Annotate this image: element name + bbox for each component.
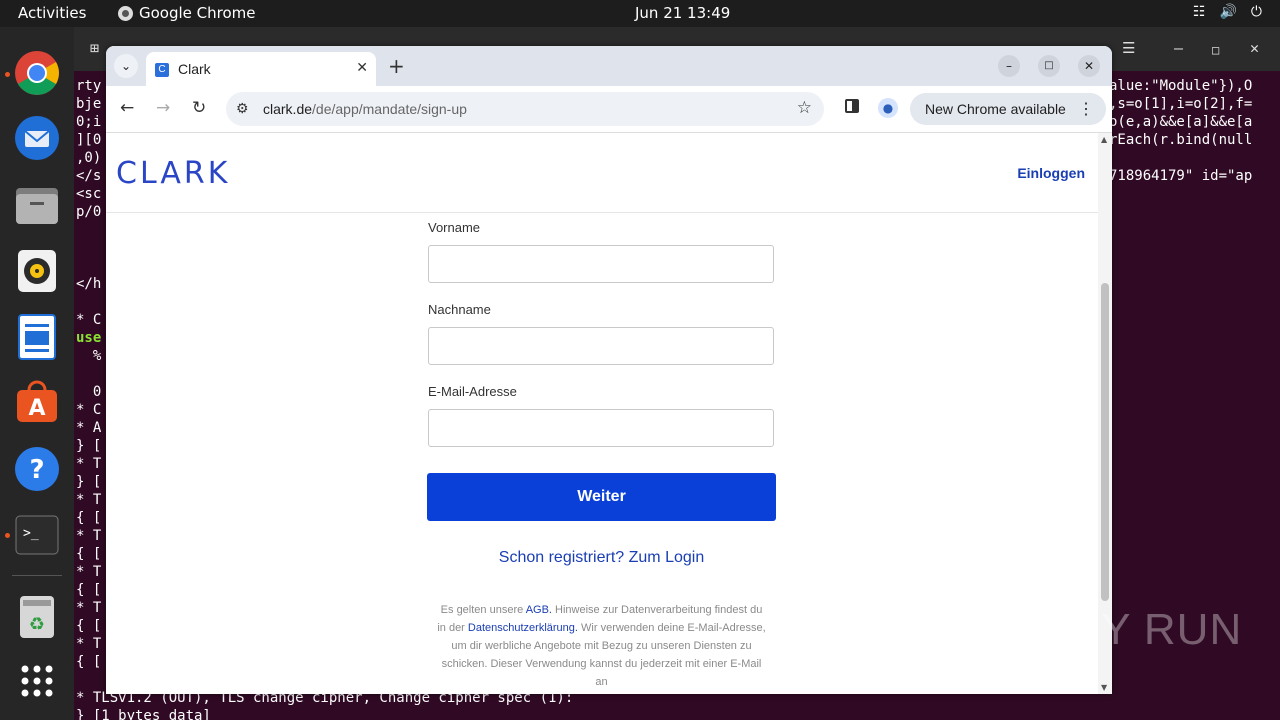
scroll-up-icon[interactable]: ▲ (1101, 135, 1107, 144)
clock[interactable]: Jun 21 13:49 (635, 4, 730, 22)
tab-title: Clark (178, 61, 211, 77)
login-link[interactable]: Einloggen (1017, 165, 1085, 181)
profile-icon[interactable]: ● (878, 98, 898, 118)
new-tab-icon[interactable]: ⊞ (90, 39, 99, 57)
chrome-small-icon (118, 5, 133, 21)
first-name-input[interactable] (428, 245, 774, 283)
last-name-label: Nachname (428, 302, 491, 317)
login-alt-link[interactable]: Schon registriert? Zum Login (427, 549, 776, 567)
chrome-dock-icon[interactable] (13, 49, 61, 97)
app-center-dock-icon[interactable]: A (13, 378, 61, 426)
svg-text:A: A (28, 396, 45, 421)
legal-text-1: Es gelten unsere (440, 604, 526, 616)
terminal-output-right: alue:"Module"}),O ,s=o[1],i=o[2],f= o(e,… (1109, 78, 1253, 184)
system-tray[interactable]: ☷ 🔊 ⏻ (1193, 4, 1262, 20)
side-panel-icon[interactable] (845, 99, 859, 113)
activities-button[interactable]: Activities (18, 4, 86, 22)
svg-text:♻: ♻ (29, 614, 45, 635)
dock: A ? >_ ♻ (0, 27, 74, 720)
reload-icon[interactable]: ↻ (192, 98, 206, 118)
page-content: CLARK Einloggen Vorname Nachname E-Mail-… (106, 133, 1098, 694)
network-icon: ☷ (1192, 4, 1206, 20)
minimize-icon[interactable]: – (1174, 39, 1183, 57)
tab-close-icon[interactable]: ✕ (356, 60, 368, 76)
terminal-dock-icon[interactable]: >_ (13, 511, 61, 559)
volume-icon: 🔊 (1219, 4, 1237, 20)
new-tab-button[interactable]: + (388, 54, 405, 78)
writer-dock-icon[interactable] (13, 313, 61, 361)
system-top-bar: Activities Google Chrome Jun 21 13:49 ☷ … (0, 0, 1280, 27)
email-label: E-Mail-Adresse (428, 384, 517, 399)
active-app-indicator[interactable]: Google Chrome (118, 4, 256, 22)
menu-icon[interactable]: ☰ (1122, 39, 1135, 57)
chrome-window: ⌄ C Clark ✕ + – □ ✕ ← → ↻ ⚙ clark.de/de/… (106, 46, 1112, 694)
update-chrome-button[interactable]: New Chrome available ⋮ (910, 93, 1106, 125)
tab-search-icon[interactable]: ⌄ (114, 54, 138, 78)
agb-link[interactable]: AGB. (526, 604, 552, 616)
maximize-icon[interactable]: □ (1212, 41, 1219, 59)
last-name-input[interactable] (428, 327, 774, 365)
browser-toolbar: ← → ↻ ⚙ clark.de/de/app/mandate/sign-up … (106, 86, 1112, 133)
clark-logo[interactable]: CLARK (116, 156, 230, 191)
tab-strip: ⌄ C Clark ✕ + – □ ✕ (106, 46, 1112, 86)
bookmark-star-icon[interactable]: ☆ (797, 98, 812, 118)
forward-icon[interactable]: → (156, 98, 170, 118)
window-close-icon[interactable]: ✕ (1078, 55, 1100, 77)
scroll-thumb[interactable] (1101, 283, 1109, 601)
site-info-icon[interactable]: ⚙ (236, 100, 249, 117)
scroll-down-icon[interactable]: ▼ (1101, 683, 1107, 692)
thunderbird-dock-icon[interactable] (13, 114, 61, 162)
dock-separator (12, 575, 62, 576)
clark-favicon-icon: C (155, 63, 169, 77)
svg-text:>_: >_ (23, 526, 39, 541)
window-minimize-icon[interactable]: – (998, 55, 1020, 77)
files-dock-icon[interactable] (13, 181, 61, 229)
email-input[interactable] (428, 409, 774, 447)
legal-notice: Es gelten unsere AGB. Hinweise zur Daten… (436, 601, 767, 691)
back-icon[interactable]: ← (120, 98, 134, 118)
first-name-label: Vorname (428, 220, 481, 235)
trash-dock-icon[interactable]: ♻ (13, 593, 61, 641)
site-header: CLARK Einloggen (106, 133, 1098, 213)
url-text: clark.de/de/app/mandate/sign-up (263, 101, 467, 117)
terminal-output-left: rty bje 0;i ][0 ,0) </s <sc p/0 </h * C … (76, 78, 102, 670)
anyrun-watermark: ANY RUN (1038, 605, 1243, 654)
continue-button[interactable]: Weiter (427, 473, 776, 521)
tab-clark[interactable]: C Clark ✕ (146, 52, 376, 86)
running-indicator (5, 533, 10, 538)
more-menu-icon[interactable]: ⋮ (1078, 99, 1094, 119)
url-host: clark.de (263, 101, 313, 117)
running-indicator (5, 72, 10, 77)
privacy-link[interactable]: Datenschutzerklärung. (468, 622, 578, 634)
rhythmbox-dock-icon[interactable] (13, 247, 61, 295)
address-bar[interactable]: ⚙ clark.de/de/app/mandate/sign-up ☆ (226, 92, 824, 126)
close-icon[interactable]: ✕ (1250, 39, 1259, 57)
power-icon: ⏻ (1250, 4, 1262, 20)
window-maximize-icon[interactable]: □ (1038, 55, 1060, 77)
show-apps-icon[interactable] (13, 657, 61, 705)
help-dock-icon[interactable]: ? (13, 445, 61, 493)
svg-text:?: ? (29, 455, 44, 485)
update-label: New Chrome available (925, 101, 1066, 117)
active-app-name: Google Chrome (139, 4, 256, 22)
url-path: /de/app/mandate/sign-up (312, 101, 467, 117)
